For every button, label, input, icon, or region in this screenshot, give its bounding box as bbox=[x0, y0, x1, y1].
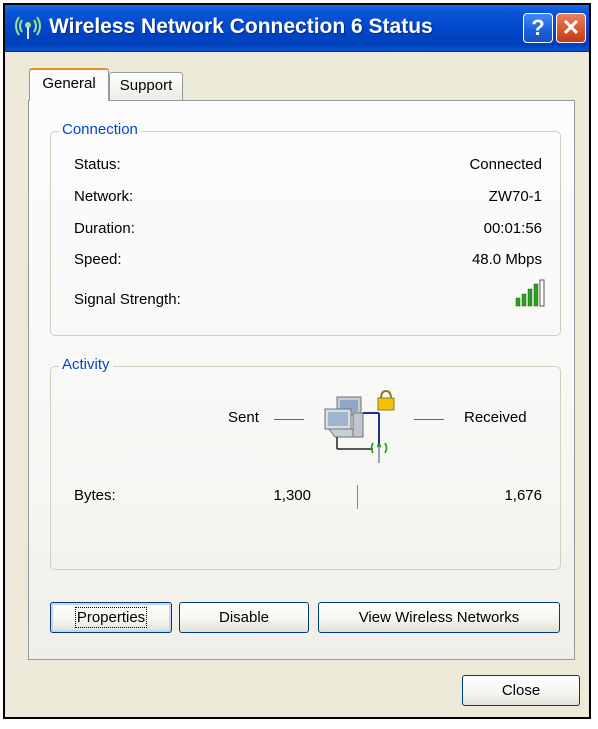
status-label: Status: bbox=[74, 156, 121, 173]
bytes-received-value: 1,676 bbox=[504, 487, 542, 504]
disable-button[interactable]: Disable bbox=[179, 602, 309, 633]
bytes-label: Bytes: bbox=[74, 487, 116, 504]
speed-label: Speed: bbox=[74, 251, 122, 268]
received-line bbox=[414, 419, 444, 420]
status-dialog: Wireless Network Connection 6 Status ? ✕… bbox=[3, 3, 591, 719]
network-computers-icon bbox=[324, 389, 395, 463]
duration-label: Duration: bbox=[74, 220, 135, 237]
title-bar[interactable]: Wireless Network Connection 6 Status ? ✕ bbox=[5, 5, 589, 52]
properties-button[interactable]: Properties bbox=[50, 602, 172, 633]
close-window-button[interactable]: ✕ bbox=[556, 13, 586, 43]
activity-group: Activity bbox=[50, 356, 561, 570]
bytes-sent-value: 1,300 bbox=[273, 487, 311, 504]
duration-value: 00:01:56 bbox=[483, 220, 542, 237]
tab-general[interactable]: General bbox=[29, 68, 109, 101]
sent-label: Sent bbox=[228, 409, 259, 426]
speed-value: 48.0 Mbps bbox=[471, 251, 542, 268]
connection-legend: Connection bbox=[59, 121, 141, 138]
general-tab-panel: Connection Status: Connected Network: ZW… bbox=[28, 100, 575, 660]
signal-strength-icon bbox=[515, 279, 545, 307]
activity-legend: Activity bbox=[59, 356, 113, 373]
received-label: Received bbox=[464, 409, 527, 426]
tab-support[interactable]: Support bbox=[109, 72, 183, 100]
help-button[interactable]: ? bbox=[523, 13, 553, 43]
bytes-divider bbox=[357, 485, 358, 509]
window-title: Wireless Network Connection 6 Status bbox=[49, 15, 433, 38]
lock-icon bbox=[377, 389, 395, 411]
status-value: Connected bbox=[469, 156, 542, 173]
network-label: Network: bbox=[74, 188, 134, 205]
properties-button-label: Properties bbox=[74, 607, 148, 628]
view-wireless-networks-button[interactable]: View Wireless Networks bbox=[318, 602, 560, 633]
wireless-signal-icon bbox=[15, 16, 41, 39]
signal-strength-label: Signal Strength: bbox=[74, 291, 181, 308]
network-value: ZW70-1 bbox=[488, 188, 542, 205]
sent-line bbox=[274, 419, 304, 420]
close-button[interactable]: Close bbox=[462, 675, 580, 706]
